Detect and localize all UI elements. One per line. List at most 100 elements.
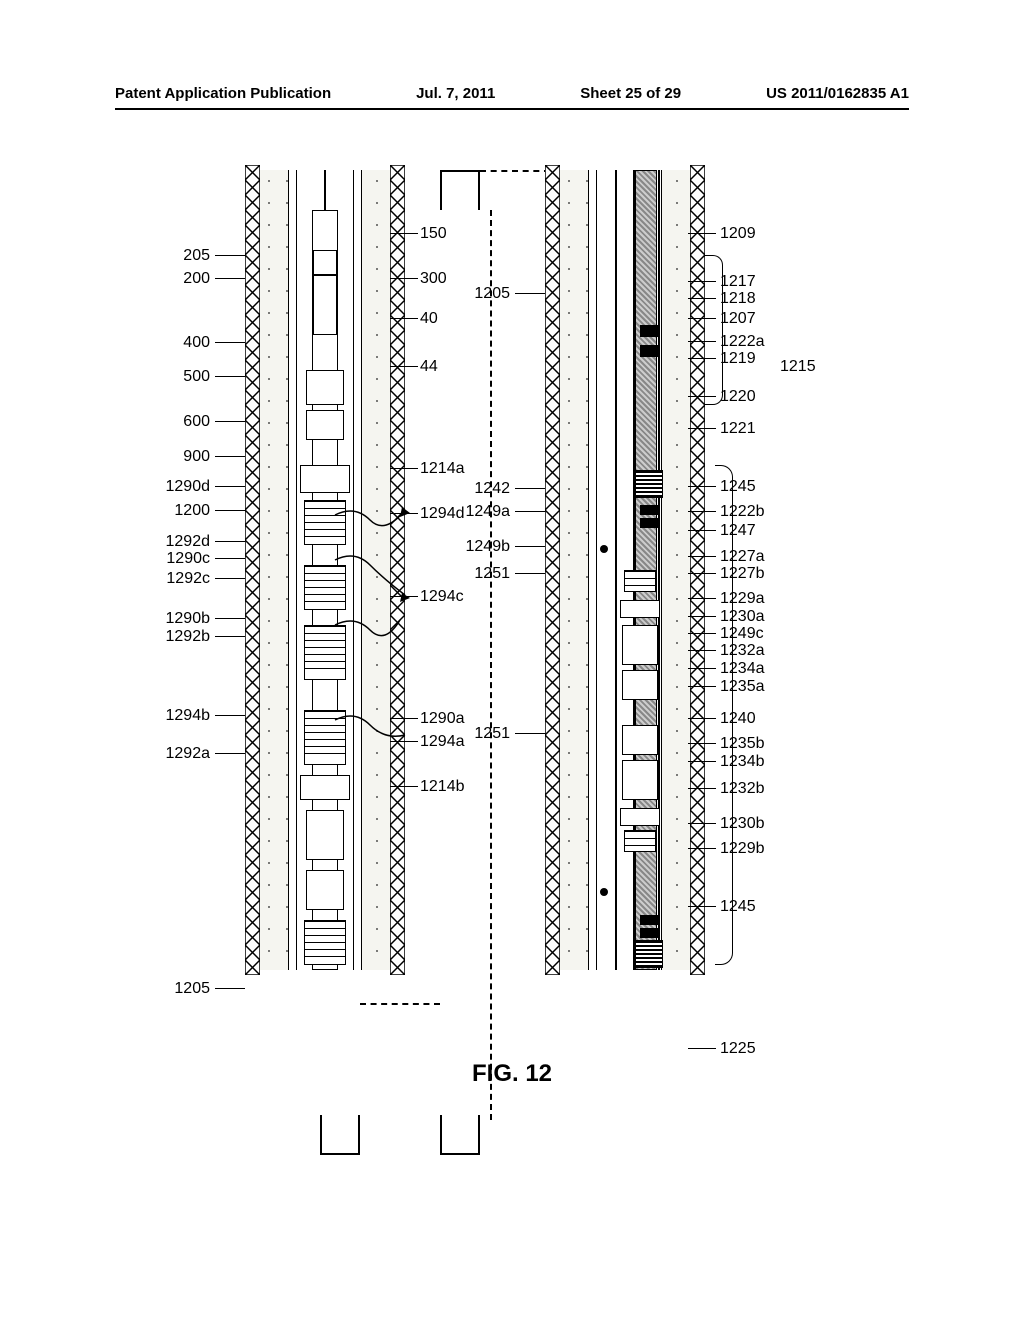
component-205 xyxy=(313,250,337,275)
ref-label-600: 600 xyxy=(183,413,210,431)
component-1245-top xyxy=(635,470,663,498)
ref-label-1251: 1251 xyxy=(474,725,510,743)
component-1235a xyxy=(622,670,658,700)
wellbore-right-section xyxy=(520,170,730,970)
figure-title: FIG. 12 xyxy=(0,1060,1024,1088)
casing-crosshatch-left xyxy=(245,165,260,975)
lower-screen xyxy=(304,920,346,965)
ref-label-1240: 1240 xyxy=(720,710,756,728)
casing-crosshatch-right-r xyxy=(690,165,705,975)
page-header: Patent Application Publication Jul. 7, 2… xyxy=(0,85,1024,102)
ref-label-44: 44 xyxy=(420,358,438,376)
component-600 xyxy=(306,410,344,440)
casing-crosshatch-left-r xyxy=(545,165,560,975)
ref-label-1292b: 1292b xyxy=(166,628,211,646)
ref-label-300: 300 xyxy=(420,270,447,288)
ref-label-1214a: 1214a xyxy=(420,460,465,478)
ref-label-1207: 1207 xyxy=(720,310,756,328)
lower-component-2 xyxy=(306,870,344,910)
ref-label-1294b: 1294b xyxy=(166,707,211,725)
ref-label-1214b: 1214b xyxy=(420,778,465,796)
ref-label-1222b: 1222b xyxy=(720,503,765,521)
ref-label-1225: 1225 xyxy=(720,1040,756,1058)
ball-1249b xyxy=(600,545,608,553)
ref-label-1221: 1221 xyxy=(720,420,756,438)
ref-label-1245: 1245 xyxy=(720,898,756,916)
ref-label-1229a: 1229a xyxy=(720,590,765,608)
component-1245-bottom xyxy=(635,940,663,968)
tubing-line-4 xyxy=(658,170,660,970)
ref-label-1249b: 1249b xyxy=(466,538,511,556)
ref-label-1217: 1217 xyxy=(720,273,756,291)
component-400 xyxy=(313,275,337,335)
ref-label-1290c: 1290c xyxy=(166,550,210,568)
ref-label-1209: 1209 xyxy=(720,225,756,243)
component-1230b xyxy=(620,808,660,826)
wellbore-left-section xyxy=(220,170,430,970)
packer-1222a-bot xyxy=(640,345,660,357)
ref-label-1290b: 1290b xyxy=(166,610,211,628)
break-line-left xyxy=(490,210,492,1120)
ref-label-1234b: 1234b xyxy=(720,753,765,771)
valve-1229b xyxy=(624,830,656,852)
lower-component-1 xyxy=(306,810,344,860)
ref-label-1294d: 1294d xyxy=(420,505,465,523)
ref-label-1205: 1205 xyxy=(474,285,510,303)
ref-label-1227b: 1227b xyxy=(720,565,765,583)
ref-label-1200: 1200 xyxy=(174,502,210,520)
ref-label-1227a: 1227a xyxy=(720,548,765,566)
ball-lower xyxy=(600,888,608,896)
ref-label-1242: 1242 xyxy=(474,480,510,498)
component-1232a xyxy=(622,625,658,665)
ref-label-500: 500 xyxy=(183,368,210,386)
label-1215: 1215 xyxy=(780,358,816,376)
ref-label-1294c: 1294c xyxy=(420,588,464,606)
bottom-connector xyxy=(360,1003,440,1005)
ref-label-1230b: 1230b xyxy=(720,815,765,833)
ref-label-1219: 1219 xyxy=(720,350,756,368)
ref-label-1251: 1251 xyxy=(474,565,510,583)
flow-arrows-1294 xyxy=(330,495,415,775)
pub-number: US 2011/0162835 A1 xyxy=(766,85,909,102)
ref-label-1235b: 1235b xyxy=(720,735,765,753)
ref-label-1247: 1247 xyxy=(720,522,756,540)
ref-label-1235a: 1235a xyxy=(720,678,765,696)
tubing-line-1 xyxy=(615,170,617,970)
ref-label-1292c: 1292c xyxy=(166,570,210,588)
pub-date: Jul. 7, 2011 xyxy=(416,85,495,102)
ref-label-1249c: 1249c xyxy=(720,625,764,643)
ref-label-1222a: 1222a xyxy=(720,333,765,351)
component-1214b xyxy=(300,775,350,800)
ref-label-1232a: 1232a xyxy=(720,642,765,660)
packer-1222b xyxy=(640,505,660,515)
ref-label-200: 200 xyxy=(183,270,210,288)
figure-12: 2052004005006009001290d12001292d1290c129… xyxy=(140,170,910,1090)
sheet-number: Sheet 25 of 29 xyxy=(580,85,681,102)
ref-label-150: 150 xyxy=(420,225,447,243)
bottom-bracket-right xyxy=(440,1115,480,1155)
ref-label-1232b: 1232b xyxy=(720,780,765,798)
pub-type: Patent Application Publication xyxy=(115,85,331,102)
ref-label-1245: 1245 xyxy=(720,478,756,496)
ref-label-1230a: 1230a xyxy=(720,608,765,626)
component-1235b xyxy=(622,725,658,755)
bottom-bracket-left xyxy=(320,1115,360,1155)
ref-label-1294a: 1294a xyxy=(420,733,465,751)
top-bracket-left xyxy=(440,170,480,210)
component-1230a xyxy=(620,600,660,618)
packer-lower-1 xyxy=(640,915,660,925)
packer-1222b-2 xyxy=(640,518,660,528)
ref-label-1234a: 1234a xyxy=(720,660,765,678)
ref-label-1220: 1220 xyxy=(720,388,756,406)
ref-label-1205: 1205 xyxy=(174,980,210,998)
ref-label-400: 400 xyxy=(183,334,210,352)
ref-label-1290d: 1290d xyxy=(166,478,211,496)
header-rule xyxy=(115,108,909,110)
ref-label-900: 900 xyxy=(183,448,210,466)
ref-label-1292d: 1292d xyxy=(166,533,211,551)
ref-label-1292a: 1292a xyxy=(166,745,211,763)
ref-label-1229b: 1229b xyxy=(720,840,765,858)
packer-lower-2 xyxy=(640,928,660,938)
valve-1229a xyxy=(624,570,656,592)
ref-label-40: 40 xyxy=(420,310,438,328)
